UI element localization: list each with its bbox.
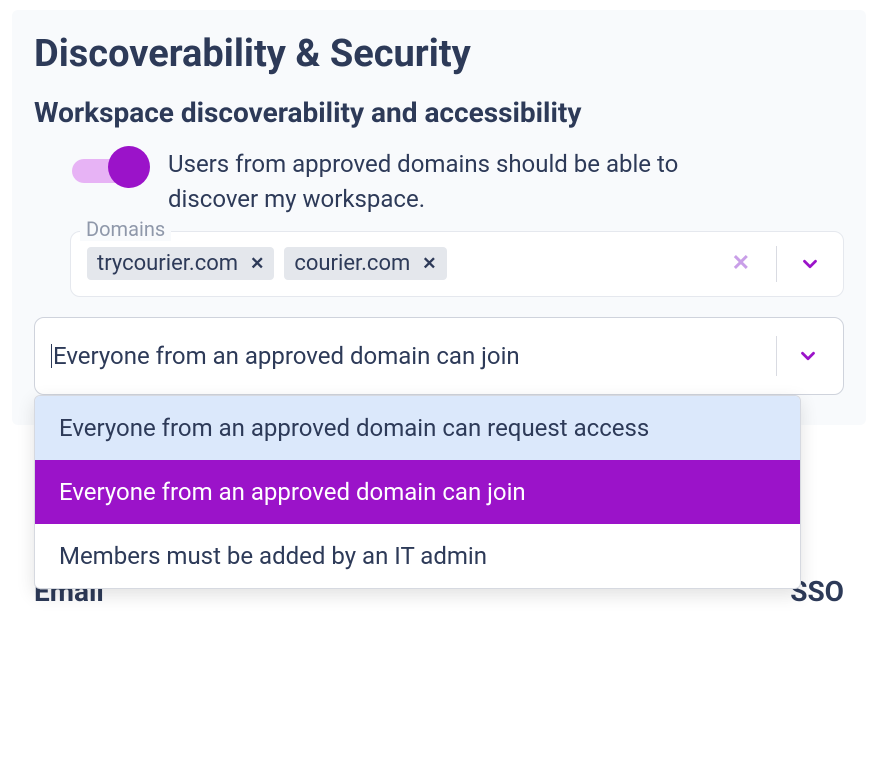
access-select-value: Everyone from an approved domain can joi… xyxy=(53,342,768,370)
divider xyxy=(776,336,777,376)
access-option-request-access[interactable]: Everyone from an approved domain can req… xyxy=(35,396,800,460)
discoverability-toggle-row: Users from approved domains should be ab… xyxy=(70,147,844,217)
access-select-wrap: Everyone from an approved domain can joi… xyxy=(34,317,844,395)
domains-input[interactable]: trycourier.com ✕ courier.com ✕ ✕ xyxy=(70,231,844,297)
domain-chip-label: courier.com xyxy=(294,251,410,276)
divider xyxy=(776,246,777,282)
domain-chip: courier.com ✕ xyxy=(284,247,446,280)
access-option-label: Everyone from an approved domain can req… xyxy=(59,414,649,442)
access-select-dropdown: Everyone from an approved domain can req… xyxy=(34,395,801,589)
settings-panel: Discoverability & Security Workspace dis… xyxy=(12,10,866,425)
access-option-can-join[interactable]: Everyone from an approved domain can joi… xyxy=(35,460,800,524)
text-caret xyxy=(51,344,52,368)
close-icon[interactable]: ✕ xyxy=(250,254,264,274)
domain-chip: trycourier.com ✕ xyxy=(87,247,274,280)
domains-legend: Domains xyxy=(80,217,171,241)
access-select-value-text: Everyone from an approved domain can joi… xyxy=(53,342,520,370)
discoverability-toggle[interactable] xyxy=(70,155,150,187)
domains-field: Domains trycourier.com ✕ courier.com ✕ ✕ xyxy=(70,231,844,297)
access-option-label: Everyone from an approved domain can joi… xyxy=(59,478,526,506)
toggle-knob xyxy=(108,146,150,188)
section-title: Workspace discoverability and accessibil… xyxy=(34,96,844,129)
clear-all-icon[interactable]: ✕ xyxy=(722,251,760,276)
access-select[interactable]: Everyone from an approved domain can joi… xyxy=(34,317,844,395)
close-icon[interactable]: ✕ xyxy=(422,254,436,274)
access-option-it-admin[interactable]: Members must be added by an IT admin xyxy=(35,524,800,588)
discoverability-toggle-label: Users from approved domains should be ab… xyxy=(168,147,758,217)
domain-chip-label: trycourier.com xyxy=(97,251,238,276)
page-title: Discoverability & Security xyxy=(34,32,844,76)
chevron-down-icon[interactable] xyxy=(791,345,825,367)
chevron-down-icon[interactable] xyxy=(793,253,827,275)
access-option-label: Members must be added by an IT admin xyxy=(59,542,487,570)
